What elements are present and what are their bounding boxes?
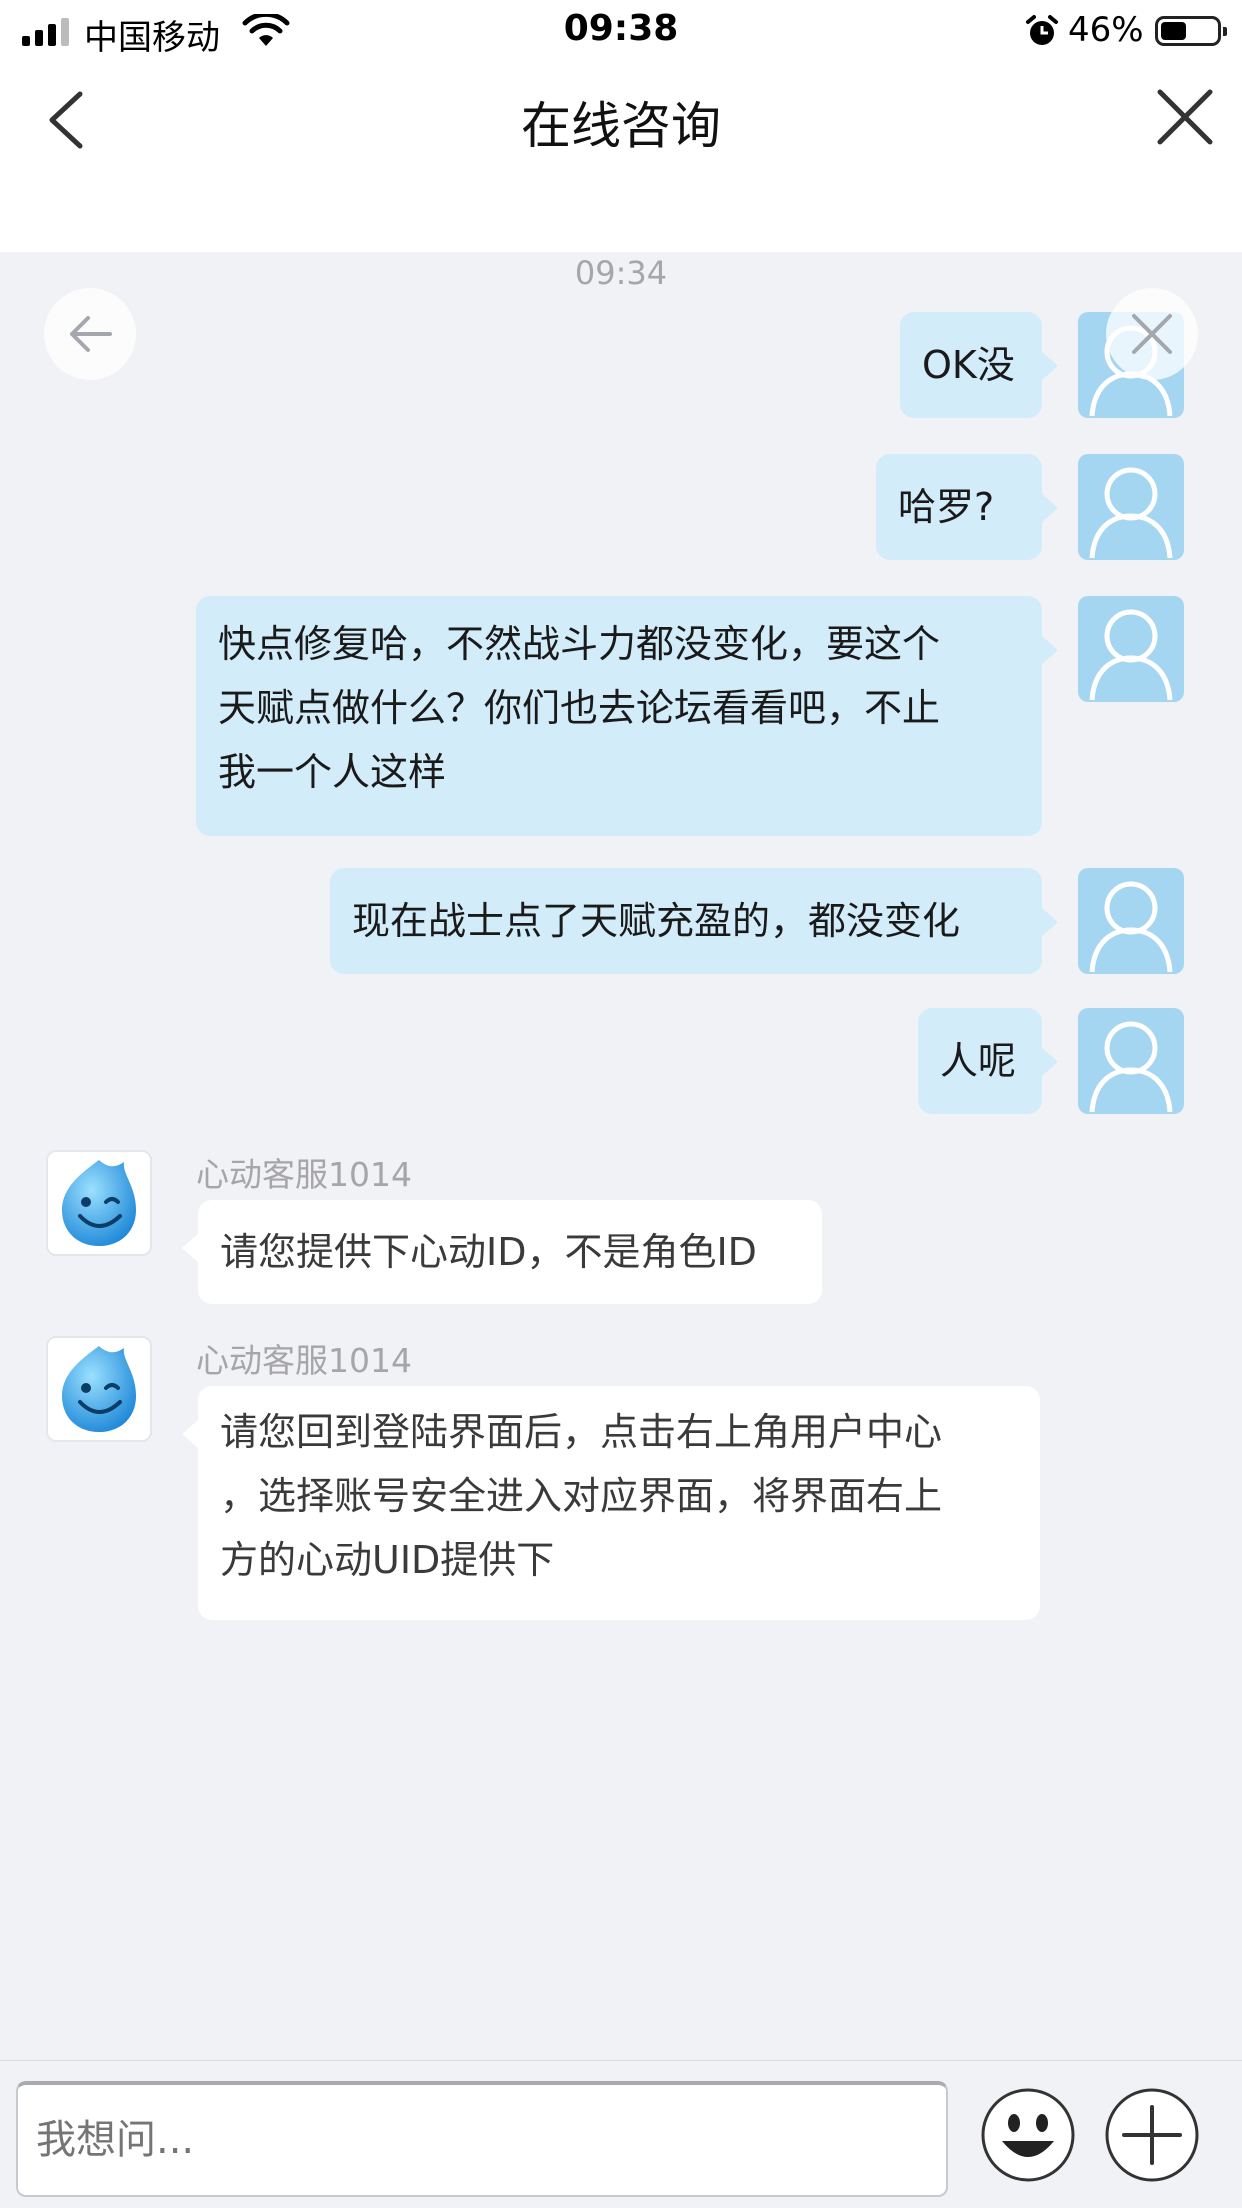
- user-silhouette-icon: [1089, 467, 1173, 559]
- sender-name: 心动客服1014: [196, 1341, 412, 1380]
- user-avatar[interactable]: [1078, 454, 1184, 560]
- user-silhouette-icon: [1089, 881, 1173, 973]
- agent-avatar[interactable]: [46, 1150, 152, 1256]
- message-bubble-in[interactable]: 请您提供下心动ID，不是角色ID: [182, 1200, 822, 1304]
- status-bar: 中国移动 09:38 46%: [0, 0, 1242, 62]
- message-text: 现在战士点了天赋充盈的，都没变化: [352, 899, 961, 943]
- close-icon[interactable]: [1156, 88, 1214, 146]
- message-text: 请您提供下心动ID，不是角色ID: [220, 1230, 757, 1274]
- message-line: 方的心动UID提供下: [220, 1538, 555, 1582]
- message-bubble-out[interactable]: 现在战士点了天赋充盈的，都没变化: [330, 868, 1058, 974]
- chat-area[interactable]: 09:34 OK没 哈罗? 快点修复哈，不然战斗力都没变化，要这个 天赋点做什么…: [0, 252, 1242, 2060]
- message-text: OK没: [922, 343, 1015, 387]
- message-text: 人呢: [940, 1039, 1017, 1083]
- message-bubble-out[interactable]: 哈罗?: [876, 454, 1058, 560]
- message-input[interactable]: [16, 2081, 948, 2197]
- message-line: 我一个人这样: [218, 750, 447, 794]
- alarm-icon: [1026, 15, 1058, 45]
- overlay-back-button[interactable]: [44, 288, 136, 380]
- close-icon: [1132, 314, 1172, 354]
- agent-avatar[interactable]: [46, 1336, 152, 1442]
- input-bar: [0, 2060, 1242, 2208]
- message-line: ，选择账号安全进入对应界面，将界面右上: [220, 1474, 943, 1518]
- message-bubble-out[interactable]: OK没: [900, 312, 1058, 418]
- chat-timestamp: 09:34: [574, 254, 668, 292]
- plus-icon[interactable]: [1104, 2087, 1200, 2183]
- user-silhouette-icon: [1089, 609, 1173, 701]
- smiley-droplet-icon: [62, 1160, 136, 1246]
- user-avatar[interactable]: [1078, 1008, 1184, 1114]
- page-title: 在线咨询: [521, 97, 721, 155]
- emoji-icon[interactable]: [980, 2087, 1076, 2183]
- nav-bar: 在线咨询: [0, 62, 1242, 252]
- smiley-droplet-icon: [62, 1346, 136, 1432]
- arrow-left-icon: [70, 316, 112, 352]
- message-line: 天赋点做什么？你们也去论坛看看吧，不止: [218, 686, 941, 730]
- overlay-close-button[interactable]: [1106, 288, 1198, 380]
- battery-icon: [1155, 16, 1227, 46]
- message-bubble-out[interactable]: 人呢: [918, 1008, 1058, 1114]
- user-avatar[interactable]: [1078, 868, 1184, 974]
- sender-name: 心动客服1014: [196, 1155, 412, 1194]
- message-line: 快点修复哈，不然战斗力都没变化，要这个: [218, 622, 941, 666]
- message-text: 哈罗?: [898, 485, 995, 529]
- message-bubble-in[interactable]: 请您回到登陆界面后，点击右上角用户中心 ，选择账号安全进入对应界面，将界面右上 …: [182, 1386, 1040, 1620]
- user-avatar[interactable]: [1078, 596, 1184, 702]
- user-silhouette-icon: [1089, 1021, 1173, 1113]
- message-line: 请您回到登陆界面后，点击右上角用户中心: [220, 1410, 943, 1454]
- battery-percent: 46%: [1068, 10, 1144, 50]
- message-bubble-out[interactable]: 快点修复哈，不然战斗力都没变化，要这个 天赋点做什么？你们也去论坛看看吧，不止 …: [196, 596, 1058, 836]
